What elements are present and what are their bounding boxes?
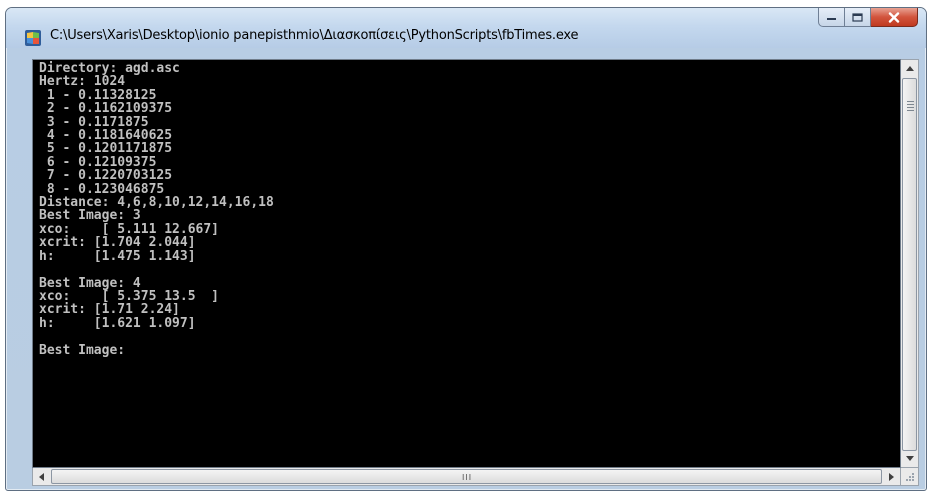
resize-grip-icon — [906, 473, 914, 481]
scroll-grip-icon — [907, 101, 914, 113]
scroll-right-arrow-icon — [889, 472, 894, 481]
scroll-left-arrow-icon — [39, 472, 44, 481]
scroll-left-button[interactable] — [33, 468, 50, 485]
minimize-icon — [827, 18, 836, 20]
vertical-scrollbar[interactable] — [901, 59, 919, 468]
vertical-scroll-thumb[interactable] — [902, 78, 917, 451]
resize-grip[interactable] — [901, 468, 919, 486]
horizontal-scrollbar[interactable]: III — [32, 468, 901, 486]
scroll-right-button[interactable] — [883, 468, 900, 485]
caption-buttons — [818, 8, 918, 28]
scroll-up-arrow-icon — [905, 66, 914, 71]
maximize-button[interactable] — [845, 8, 871, 27]
close-icon — [888, 11, 900, 23]
maximize-icon — [852, 12, 863, 22]
scroll-down-arrow-icon — [905, 456, 914, 461]
close-button[interactable] — [871, 8, 918, 27]
console-text: Directory: agd.asc Hertz: 1024 1 - 0.113… — [39, 61, 274, 358]
console-app-icon[interactable] — [24, 29, 42, 47]
scroll-down-button[interactable] — [901, 450, 918, 467]
horizontal-scroll-thumb[interactable]: III — [51, 469, 882, 484]
minimize-button[interactable] — [818, 8, 845, 27]
scroll-up-button[interactable] — [901, 60, 918, 77]
title-bar[interactable]: C:\Users\Xaris\Desktop\ionio panepisthmi… — [6, 8, 926, 48]
window-title: C:\Users\Xaris\Desktop\ionio panepisthmi… — [50, 28, 579, 43]
console-window: C:\Users\Xaris\Desktop\ionio panepisthmi… — [5, 7, 927, 491]
console-output[interactable]: Directory: agd.asc Hertz: 1024 1 - 0.113… — [32, 59, 901, 468]
scroll-grip-label: III — [462, 473, 473, 482]
